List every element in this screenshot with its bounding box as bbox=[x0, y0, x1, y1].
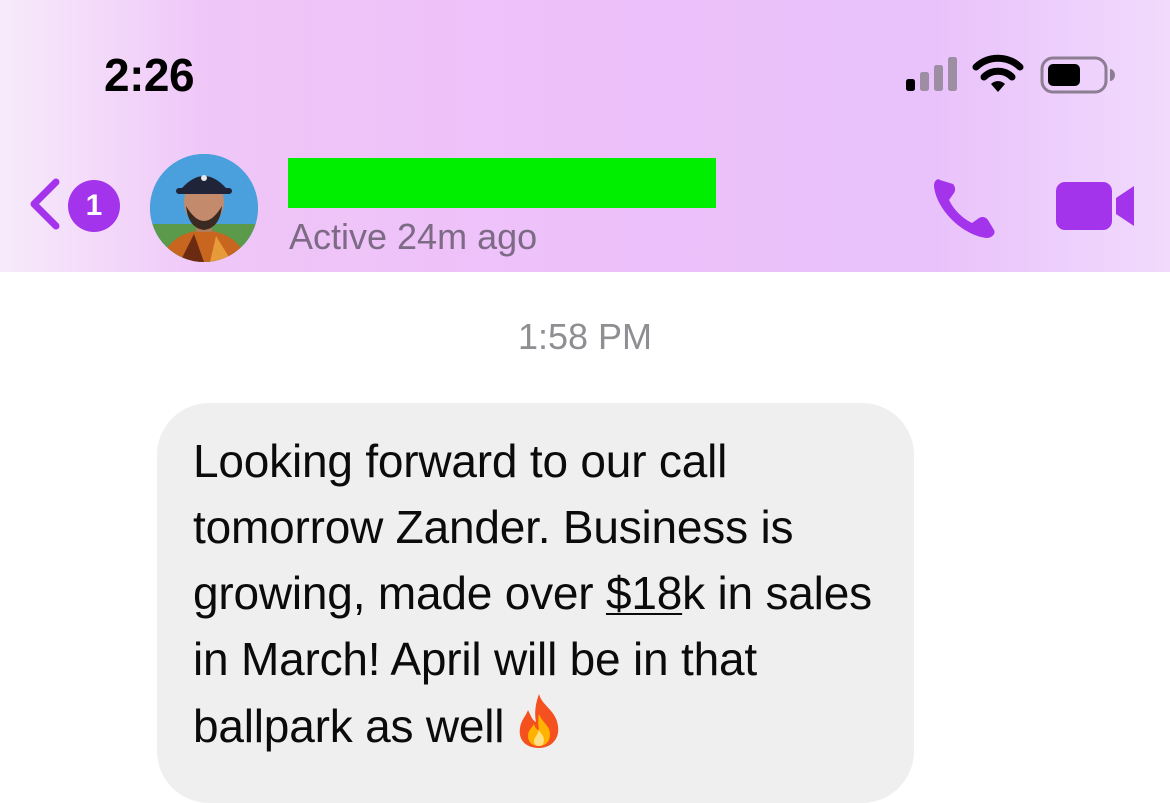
contact-name-redacted[interactable] bbox=[288, 158, 716, 208]
status-time: 2:26 bbox=[104, 49, 195, 101]
message-text: Looking forward to our call tomorrow Zan… bbox=[193, 428, 893, 759]
back-chevron-icon[interactable] bbox=[26, 176, 64, 232]
message-timestamp: 1:58 PM bbox=[517, 316, 653, 357]
phone-icon[interactable] bbox=[930, 172, 1000, 242]
video-camera-icon[interactable] bbox=[1054, 180, 1136, 232]
currency-link[interactable]: $18 bbox=[606, 567, 682, 619]
wifi-icon bbox=[972, 54, 1024, 92]
unread-count-badge[interactable]: 1 bbox=[68, 180, 120, 232]
battery-icon bbox=[1040, 56, 1115, 94]
active-status: Active 24m ago bbox=[289, 216, 538, 257]
contact-avatar[interactable] bbox=[150, 154, 258, 262]
fire-emoji-icon bbox=[519, 694, 559, 748]
cellular-signal-icon bbox=[906, 57, 957, 91]
